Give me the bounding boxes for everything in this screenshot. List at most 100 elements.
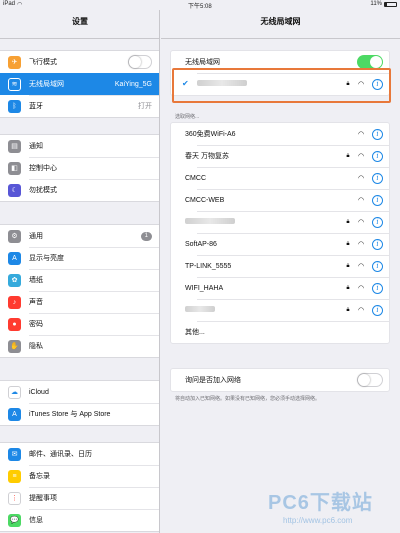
sidebar-item-wifi[interactable]: ≋ 无线局域网 KaiYing_5G xyxy=(0,73,159,95)
device-name: iPad xyxy=(3,1,16,7)
sidebar-item-app-store[interactable]: A iTunes Store 与 App Store xyxy=(0,403,159,425)
sound-icon: ♪ xyxy=(8,295,21,309)
wifi-signal-icon: ◠ xyxy=(357,285,365,292)
wifi-signal-icon: ◠ xyxy=(357,307,365,314)
info-icon[interactable]: i xyxy=(372,238,383,250)
lock-icon: 🔒︎ xyxy=(346,218,350,225)
sidebar-item-control-center[interactable]: ◧ 控制中心 xyxy=(0,157,159,179)
sidebar-item-label: 声音 xyxy=(29,299,43,306)
sidebar-item-general[interactable]: ⚙ 通用 1 xyxy=(0,225,159,247)
sidebar-item-label: 控制中心 xyxy=(29,165,57,172)
wifi-signal-icon: ◠ xyxy=(357,153,365,160)
brightness-icon: A xyxy=(8,251,21,265)
page-title: 无线局域网 xyxy=(260,17,301,26)
sidebar-item-label: 飞行模式 xyxy=(29,59,57,66)
sidebar-item-label: iTunes Store 与 App Store xyxy=(29,411,111,418)
network-row[interactable]: WIFI_HAHA 🔒︎ ◠ i xyxy=(171,277,389,299)
network-name: TP-LINK_5555 xyxy=(185,262,232,270)
wifi-signal-icon: ◠ xyxy=(357,175,365,182)
settings-group-accounts: ☁ iCloud A iTunes Store 与 App Store xyxy=(0,380,159,426)
sidebar-item-sounds[interactable]: ♪ 声音 xyxy=(0,291,159,313)
sidebar-item-label: iCloud xyxy=(29,388,49,396)
network-row[interactable]: 🔒︎ ◠ i xyxy=(171,211,389,233)
network-row[interactable]: 春天 万物复苏 🔒︎ ◠ i xyxy=(171,145,389,167)
sidebar-item-label: 勿扰模式 xyxy=(29,187,57,194)
sidebar-item-passcode[interactable]: ● 密码 xyxy=(0,313,159,335)
network-name xyxy=(185,306,344,314)
annotation-highlight-box xyxy=(172,68,391,103)
settings-group-connectivity: ✈ 飞行模式 ≋ 无线局域网 KaiYing_5G ᛒ 蓝牙 打开 xyxy=(0,50,159,118)
other-network-label: 其他... xyxy=(185,329,205,336)
network-name: CMCC xyxy=(185,174,206,182)
network-name: 春天 万物复苏 xyxy=(185,153,229,160)
wifi-icon: ≋ xyxy=(8,77,21,91)
wallpaper-icon: ✿ xyxy=(8,273,21,287)
sidebar-item-display-brightness[interactable]: A 显示与亮度 xyxy=(0,247,159,269)
network-row[interactable]: 🔒︎ ◠ i xyxy=(171,299,389,321)
sidebar-item-airplane-mode[interactable]: ✈ 飞行模式 xyxy=(0,51,159,73)
other-network-row[interactable]: 其他... xyxy=(171,321,389,343)
sidebar-item-label: 邮件、通讯录、日历 xyxy=(29,451,92,458)
network-row[interactable]: 360免费WiFi-A6 ◠ i xyxy=(171,123,389,145)
sidebar-item-label: 备忘录 xyxy=(29,473,50,480)
lock-icon: 🔒︎ xyxy=(346,284,350,291)
ask-join-note: 将自动加入已知网络。如果没有已知网络，您必须手动选择网络。 xyxy=(175,396,321,402)
lock-icon: 🔒︎ xyxy=(346,152,350,159)
sidebar-item-label: 墙纸 xyxy=(29,277,43,284)
sidebar-item-wallpaper[interactable]: ✿ 墙纸 xyxy=(0,269,159,291)
app-store-icon: A xyxy=(8,407,21,421)
sidebar-item-notifications[interactable]: ▤ 通知 xyxy=(0,135,159,157)
wifi-signal-icon: ◠ xyxy=(357,197,365,204)
info-icon[interactable]: i xyxy=(372,128,383,140)
sidebar-item-label: 无线局域网 xyxy=(29,81,64,88)
network-name: WIFI_HAHA xyxy=(185,284,224,292)
sidebar-item-label: 提醒事项 xyxy=(29,495,57,502)
redacted-network-name xyxy=(185,218,235,224)
ask-join-row: 询问是否加入网络 xyxy=(171,369,389,391)
sidebar-item-label: 隐私 xyxy=(29,343,43,350)
sidebar-item-messages[interactable]: 💬 信息 xyxy=(0,509,159,531)
sidebar-item-label: 通用 xyxy=(29,233,43,240)
airplane-mode-toggle[interactable] xyxy=(128,55,152,69)
network-name: 360免费WiFi-A6 xyxy=(185,131,236,138)
info-icon[interactable]: i xyxy=(372,260,383,272)
watermark-brand: PC6下载站 xyxy=(268,492,373,514)
ask-join-card: 询问是否加入网络 xyxy=(170,368,390,392)
wifi-toggle-label: 无线局域网 xyxy=(185,59,220,66)
info-icon[interactable]: i xyxy=(372,304,383,316)
sidebar-item-icloud[interactable]: ☁ iCloud xyxy=(0,381,159,403)
divider xyxy=(0,38,159,39)
network-row[interactable]: CMCC-WEB ◠ i xyxy=(171,189,389,211)
info-icon[interactable]: i xyxy=(372,172,383,184)
lock-icon: ● xyxy=(8,317,21,331)
info-icon[interactable]: i xyxy=(372,216,383,228)
sidebar-item-privacy[interactable]: ✋ 隐私 xyxy=(0,335,159,357)
battery-icon xyxy=(384,2,397,7)
info-icon[interactable]: i xyxy=(372,194,383,206)
settings-sidebar: 设置 ✈ 飞行模式 ≋ 无线局域网 KaiYing_5G ᛒ 蓝牙 打开 ▤ 通… xyxy=(0,10,160,533)
sidebar-item-label: 信息 xyxy=(29,517,43,524)
ask-join-label: 询问是否加入网络 xyxy=(185,377,241,384)
bluetooth-icon: ᛒ xyxy=(8,99,21,113)
gear-icon: ⚙ xyxy=(8,229,21,243)
sidebar-item-do-not-disturb[interactable]: ☾ 勿扰模式 xyxy=(0,179,159,201)
wifi-signal-icon: ◠ xyxy=(357,241,365,248)
settings-group-notifications: ▤ 通知 ◧ 控制中心 ☾ 勿扰模式 xyxy=(0,134,159,202)
network-row[interactable]: CMCC ◠ i xyxy=(171,167,389,189)
lock-icon: 🔒︎ xyxy=(346,240,350,247)
bluetooth-status: 打开 xyxy=(138,103,152,110)
sidebar-item-reminders[interactable]: ⋮ 提醒事项 xyxy=(0,487,159,509)
redacted-network-name xyxy=(185,306,215,312)
settings-group-general: ⚙ 通用 1 A 显示与亮度 ✿ 墙纸 ♪ 声音 ● 密码 ✋ 隐私 xyxy=(0,224,159,358)
notification-icon: ▤ xyxy=(8,139,21,153)
wifi-toggle[interactable] xyxy=(357,55,383,69)
network-row[interactable]: SoftAP-86 🔒︎ ◠ i xyxy=(171,233,389,255)
moon-icon: ☾ xyxy=(8,183,21,197)
network-row[interactable]: TP-LINK_5555 🔒︎ ◠ i xyxy=(171,255,389,277)
sidebar-item-mail[interactable]: ✉ 邮件、通讯录、日历 xyxy=(0,443,159,465)
sidebar-item-notes[interactable]: ≡ 备忘录 xyxy=(0,465,159,487)
ask-join-toggle[interactable] xyxy=(357,373,383,387)
sidebar-item-bluetooth[interactable]: ᛒ 蓝牙 打开 xyxy=(0,95,159,117)
info-icon[interactable]: i xyxy=(372,150,383,162)
info-icon[interactable]: i xyxy=(372,282,383,294)
